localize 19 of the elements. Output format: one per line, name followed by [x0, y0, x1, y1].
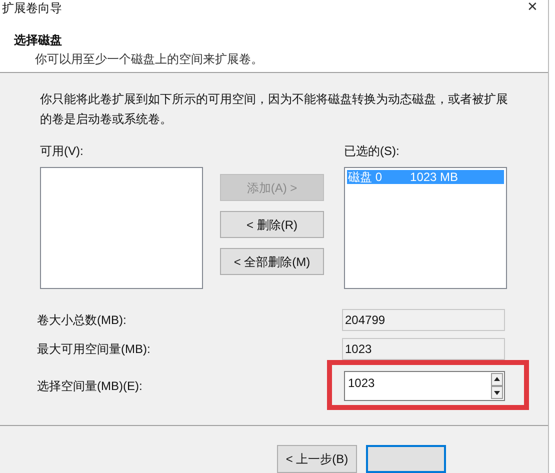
available-list[interactable] [40, 167, 203, 289]
back-button[interactable]: < 上一步(B) [277, 445, 357, 473]
field-label: 最大可用空间量(MB): [37, 341, 152, 357]
close-button[interactable]: ✕ [523, 0, 542, 14]
move-button[interactable]: < 全部删除(M) [220, 248, 324, 275]
page-description: 你可以用至少一个磁盘上的空间来扩展卷。 [35, 51, 264, 67]
readonly-field: 204799 [342, 309, 505, 331]
notice-text: 你只能将此卷扩展到如下所示的可用空间，因为不能将磁盘转换为动态磁盘，或者被扩展的卷是启动卷或系统卷。 [40, 91, 509, 128]
field-label: 选择空间量(MB)(E): [37, 378, 144, 394]
page-heading: 选择磁盘 [14, 32, 63, 48]
spin-arrows-icon[interactable] [491, 373, 503, 399]
list-label: 已选的(S): [344, 143, 400, 159]
window-title: 扩展卷向导 [2, 0, 62, 16]
field-label: 卷大小总数(MB): [37, 312, 128, 328]
next-button[interactable] [366, 445, 446, 473]
move-button[interactable]: < 删除(R) [220, 211, 324, 238]
readonly-field: 1023 [342, 338, 505, 360]
spin-field[interactable]: 1023 [344, 371, 505, 401]
list-label: 可用(V): [40, 143, 84, 159]
